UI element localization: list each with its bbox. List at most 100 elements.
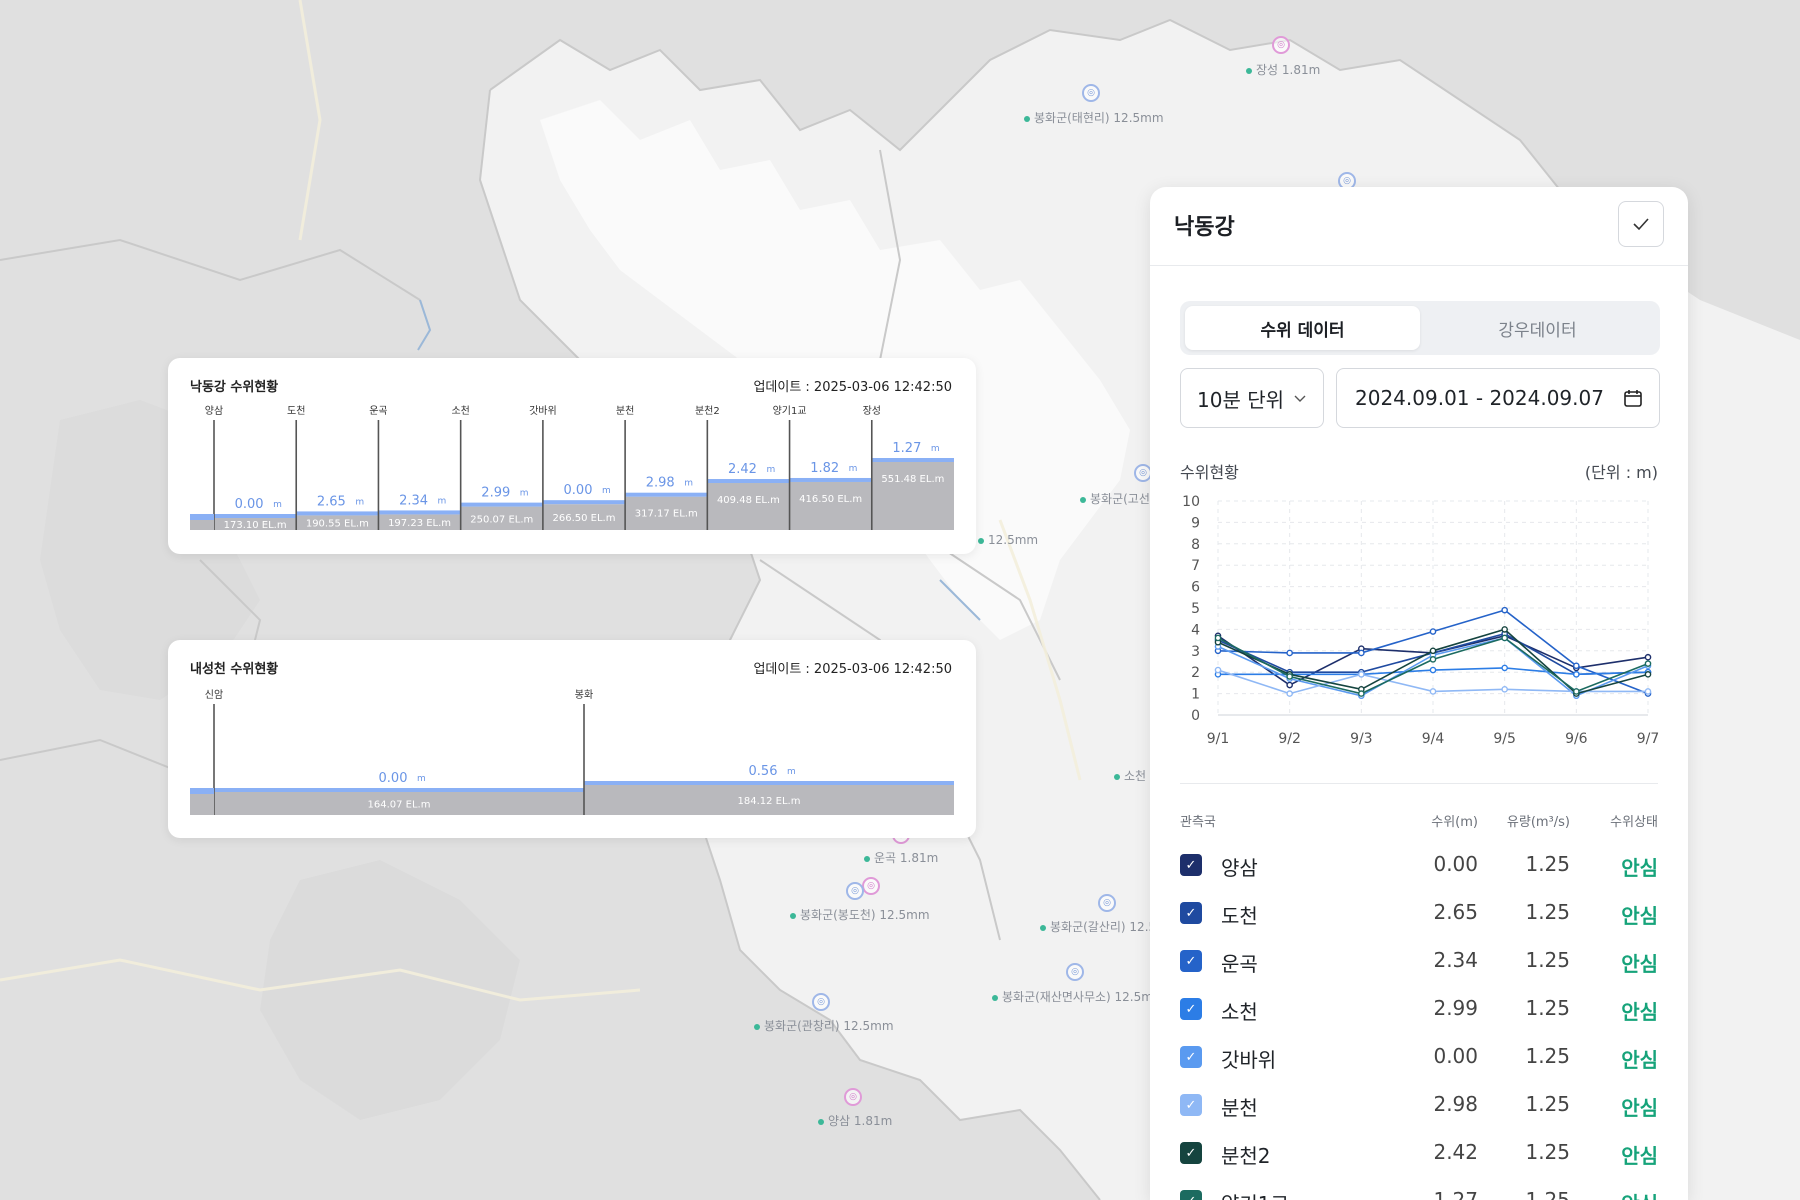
station-flow: 1.25 — [1525, 1044, 1570, 1068]
y-tick-label: 7 — [1191, 558, 1200, 574]
water-level-unit: m — [355, 497, 364, 507]
rain-gauge-pin-icon[interactable]: ◎ — [812, 993, 830, 1011]
map-label[interactable]: 봉화군(봉도천) 12.5mm — [790, 906, 930, 923]
x-tick-label: 9/2 — [1278, 731, 1301, 747]
station-level: 2.99 — [1433, 996, 1478, 1020]
map-label[interactable]: 봉화군(갈산리) 12.5 — [1040, 918, 1156, 935]
water-level-bar — [190, 788, 214, 794]
water-level-bar — [190, 514, 214, 520]
station-status: 안심 — [1621, 856, 1658, 880]
data-point — [1501, 686, 1508, 693]
y-tick-label: 8 — [1191, 537, 1200, 553]
rain-gauge-pin-icon[interactable]: ◎ — [1098, 894, 1116, 912]
station-checkbox[interactable]: ✓ — [1180, 1094, 1202, 1116]
station-flow: 1.25 — [1525, 1092, 1570, 1116]
map-label[interactable]: 봉화군(태현리) 12.5mm — [1024, 109, 1164, 126]
water-level-value: 2.99 — [481, 486, 510, 501]
data-point — [1501, 606, 1508, 614]
elevation-value: 190.55 EL.m — [306, 519, 369, 530]
station-row[interactable]: ✓ 소천 2.99 1.25 안심 — [1180, 986, 1658, 1034]
y-tick-label: 3 — [1191, 644, 1200, 660]
station-pin-icon[interactable]: ◎ — [862, 877, 880, 895]
check-icon: ✓ — [1185, 1049, 1197, 1065]
interval-select-value: 10분 단위 — [1197, 387, 1285, 412]
station-status: 안심 — [1621, 1144, 1658, 1168]
data-point — [1286, 690, 1293, 697]
station-checkbox[interactable]: ✓ — [1180, 1142, 1202, 1164]
station-row[interactable]: ✓ 갓바위 0.00 1.25 안심 — [1180, 1034, 1658, 1082]
elevation-value: 164.07 EL.m — [368, 800, 431, 811]
station-flow: 1.25 — [1525, 948, 1570, 972]
station-name: 갓바위 — [1221, 1048, 1277, 1072]
station-level: 1.27 — [1433, 1188, 1478, 1200]
column-status: 수위상태 — [1610, 815, 1658, 830]
map-label[interactable]: 봉화군(관창리) 12.5mm — [754, 1017, 894, 1034]
elevation-value: 184.12 EL.m — [738, 796, 801, 807]
water-level-unit: m — [849, 464, 858, 474]
water-level-bar — [378, 510, 461, 515]
map-label[interactable]: 양삼 1.81m — [818, 1112, 892, 1129]
station-row[interactable]: ✓ 분천2 2.42 1.25 안심 — [1180, 1130, 1658, 1178]
water-level-unit: m — [520, 489, 529, 499]
station-row[interactable]: ✓ 도천 2.65 1.25 안심 — [1180, 890, 1658, 938]
naeseong-water-level-card: 내성천 수위현황 업데이트 : 2025-03-06 12:42:50 신암 0.… — [168, 640, 976, 838]
y-tick-label: 6 — [1191, 580, 1200, 596]
station-checkbox[interactable]: ✓ — [1180, 854, 1202, 876]
water-level-bar — [214, 788, 584, 792]
water-level-unit: m — [602, 486, 611, 496]
elevation-block — [707, 483, 790, 530]
map-label[interactable]: 운곡 1.81m — [864, 849, 938, 866]
date-range-picker[interactable]: 2024.09.01 - 2024.09.07 — [1336, 368, 1660, 428]
water-level-value: 2.42 — [728, 462, 757, 477]
water-level-bar — [214, 514, 297, 518]
rain-gauge-pin-icon[interactable]: ◎ — [1066, 963, 1084, 981]
station-checkbox[interactable]: ✓ — [1180, 1190, 1202, 1200]
station-level: 0.00 — [1433, 852, 1478, 876]
y-tick-label: 0 — [1191, 708, 1200, 724]
station-checkbox[interactable]: ✓ — [1180, 950, 1202, 972]
station-pin-icon[interactable]: ◎ — [1272, 36, 1290, 54]
data-point — [1429, 666, 1437, 674]
water-level-value: 0.00 — [564, 483, 593, 498]
station-pin-icon[interactable]: ◎ — [844, 1088, 862, 1106]
elevation-value: 266.50 EL.m — [553, 513, 616, 524]
x-tick-label: 9/5 — [1493, 731, 1516, 747]
interval-select[interactable]: 10분 단위 — [1180, 368, 1324, 428]
station-level: 2.98 — [1433, 1092, 1478, 1116]
elevation-block — [190, 520, 214, 530]
station-level: 2.42 — [1433, 1140, 1478, 1164]
water-level-value: 0.56 — [749, 764, 778, 779]
station-row[interactable]: ✓ 양삼 0.00 1.25 안심 — [1180, 842, 1658, 890]
water-level-unit: m — [684, 479, 693, 489]
data-point — [1573, 688, 1580, 695]
water-level-unit: m — [787, 767, 796, 777]
station-status: 안심 — [1621, 1000, 1658, 1024]
check-icon: ✓ — [1185, 1145, 1197, 1161]
check-icon — [1633, 218, 1649, 231]
station-checkbox[interactable]: ✓ — [1180, 998, 1202, 1020]
tab-water-level[interactable]: 수위 데이터 — [1185, 306, 1420, 350]
map-label[interactable]: 봉화군(재산면사무소) 12.5mm — [992, 988, 1165, 1005]
check-icon: ✓ — [1186, 1194, 1197, 1200]
panel-confirm-button[interactable] — [1618, 201, 1664, 247]
data-point — [1501, 634, 1508, 642]
station-list: ✓ 양삼 0.00 1.25 안심 ✓ 도천 2.65 1.25 안심 ✓ 운곡 2.34 1.25 안심 ✓… — [1180, 842, 1658, 1200]
water-level-bar — [460, 502, 543, 507]
data-point — [1573, 671, 1580, 678]
station-checkbox[interactable]: ✓ — [1180, 1046, 1202, 1068]
station-checkbox[interactable]: ✓ — [1180, 902, 1202, 924]
map-label[interactable]: 장성 1.81m — [1246, 61, 1320, 78]
y-tick-label: 4 — [1191, 622, 1200, 638]
map-label[interactable]: 소천 — [1114, 767, 1146, 784]
water-level-value: 0.00 — [379, 771, 408, 786]
station-row[interactable]: ✓ 운곡 2.34 1.25 안심 — [1180, 938, 1658, 986]
rain-gauge-pin-icon[interactable]: ◎ — [846, 882, 864, 900]
map-label[interactable]: 봉화군(고선 — [1080, 490, 1150, 507]
station-row[interactable]: ✓ 분천 2.98 1.25 안심 — [1180, 1082, 1658, 1130]
rain-gauge-pin-icon[interactable]: ◎ — [1082, 84, 1100, 102]
station-row[interactable]: ✓ 양기1교 1.27 1.25 안심 — [1180, 1178, 1658, 1200]
elevation-value: 173.10 EL.m — [224, 520, 287, 531]
tab-rainfall[interactable]: 강우데이터 — [1420, 306, 1655, 350]
y-tick-label: 10 — [1182, 494, 1200, 510]
water-level-bar — [789, 477, 872, 482]
